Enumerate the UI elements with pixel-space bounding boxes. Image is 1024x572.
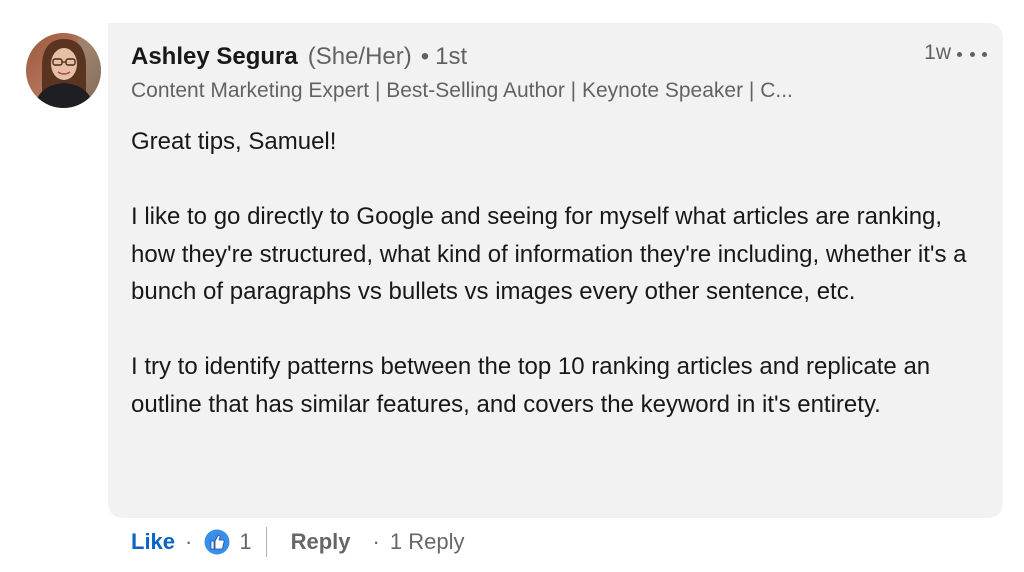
reply-count[interactable]: 1 Reply xyxy=(390,529,465,555)
action-separator: · xyxy=(372,529,380,554)
like-thumbs-up-icon[interactable] xyxy=(204,529,230,555)
comment-greeting: Great tips, Samuel! xyxy=(131,128,337,155)
comment-paragraph: I like to go directly to Google and seei… xyxy=(131,203,967,305)
comment-header: Ashley Segura (She/Her) • 1st xyxy=(131,43,467,75)
comment-bubble: Ashley Segura (She/Her) • 1st 1w Content… xyxy=(108,23,1003,518)
more-dot xyxy=(969,51,975,57)
reply-button[interactable]: Reply xyxy=(291,529,351,555)
comment-body: Great tips, Samuel! I like to go directl… xyxy=(131,123,981,423)
author-pronouns: (She/Her) xyxy=(307,43,412,70)
comment-thread: Ashley Segura (She/Her) • 1st 1w Content… xyxy=(0,0,1024,572)
comment-actions: Like · 1 Reply · 1 Reply xyxy=(131,523,464,561)
comment-paragraph: I try to identify patterns between the t… xyxy=(131,353,931,418)
like-button[interactable]: Like xyxy=(131,529,175,555)
more-dot xyxy=(957,51,962,57)
author-headline: Content Marketing Expert | Best-Selling … xyxy=(131,79,793,102)
more-dot xyxy=(982,51,987,57)
avatar-photo xyxy=(26,33,101,108)
author-name[interactable]: Ashley Segura xyxy=(131,43,298,71)
degree-separator: • xyxy=(420,43,430,70)
action-separator: · xyxy=(185,529,193,554)
comment-timestamp: 1w xyxy=(924,41,951,64)
reaction-count[interactable]: 1 xyxy=(239,529,251,555)
connection-degree: 1st xyxy=(435,43,468,70)
author-avatar[interactable] xyxy=(26,33,101,108)
actions-divider xyxy=(265,527,267,557)
more-options-icon[interactable] xyxy=(957,45,987,63)
